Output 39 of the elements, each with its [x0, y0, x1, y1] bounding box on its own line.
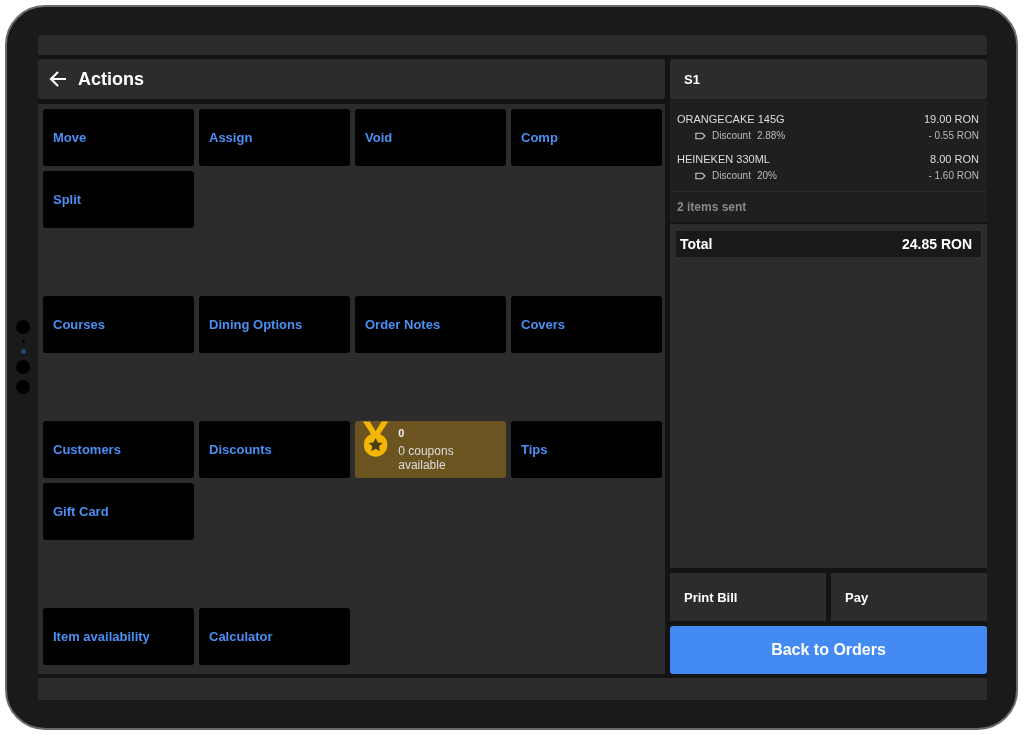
back-to-orders-button[interactable]: Back to Orders — [670, 626, 987, 674]
action-button[interactable]: Void — [355, 109, 506, 166]
action-button[interactable]: Covers — [511, 296, 662, 353]
action-button[interactable]: Order Notes — [355, 296, 506, 353]
discount-amount: - 0.55 RON — [928, 130, 979, 141]
action-button[interactable]: Assign — [199, 109, 350, 166]
tag-icon — [695, 171, 706, 180]
action-button[interactable]: Gift Card — [43, 483, 194, 540]
print-bill-button[interactable]: Print Bill — [670, 573, 826, 621]
action-button[interactable]: Move — [43, 109, 194, 166]
action-button[interactable]: Customers — [43, 421, 194, 478]
pay-button[interactable]: Pay — [831, 573, 987, 621]
tag-icon — [695, 131, 706, 140]
action-button[interactable]: Comp — [511, 109, 662, 166]
item-price: 19.00 RON — [923, 113, 979, 125]
header-title: Actions — [78, 68, 144, 90]
action-button[interactable]: Dining Options — [199, 296, 350, 353]
coupons-button[interactable]: 0 0 coupons available — [355, 421, 506, 478]
back-arrow-icon[interactable] — [48, 69, 68, 89]
coupon-label: 0 coupons available — [398, 444, 455, 472]
order-title: S1 — [684, 71, 700, 87]
discount-rate: 20% — [756, 170, 777, 181]
action-button[interactable]: Tips — [511, 421, 662, 478]
item-name: ORANGECAKE 145G — [677, 113, 785, 125]
total-label: Total — [680, 236, 713, 252]
sent-note: 2 items sent — [670, 191, 987, 222]
coupon-count: 0 — [398, 427, 406, 439]
action-button[interactable]: Discounts — [199, 421, 350, 478]
discount-label: Discount — [712, 170, 751, 181]
discount-rate: 2.88% — [756, 130, 786, 141]
action-button[interactable]: Calculator — [199, 608, 350, 665]
item-price: 8.00 RON — [930, 153, 979, 165]
discount-amount: - 1.60 RON — [928, 170, 979, 181]
action-button[interactable]: Split — [43, 171, 194, 228]
action-button[interactable]: Item availability — [43, 608, 194, 665]
total-value: 24.85 RON — [901, 236, 972, 252]
item-name: HEINEKEN 330ML — [677, 153, 770, 165]
discount-label: Discount — [712, 130, 751, 141]
action-button[interactable]: Courses — [43, 296, 194, 353]
